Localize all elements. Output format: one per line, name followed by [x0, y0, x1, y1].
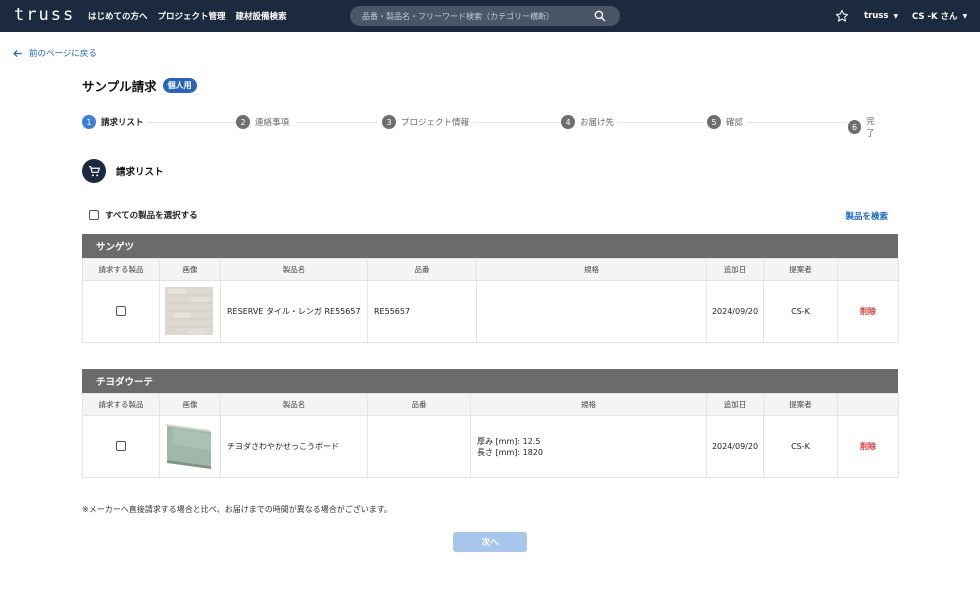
col-product-name: 製品名 [220, 258, 368, 281]
col-request: 請求する製品 [82, 393, 160, 416]
product-name: チヨダさわやかせっこうボード [220, 415, 368, 478]
col-code: 品番 [367, 393, 471, 416]
product-table: 請求する製品 画像 製品名 品番 規格 追加日 提案者 チヨダさわやかせっこうボ… [82, 393, 899, 478]
step-4: 4 お届け先 [561, 115, 619, 129]
col-request: 請求する製品 [82, 258, 160, 281]
main-nav: はじめての方へ プロジェクト管理 建材設備検索 [88, 0, 287, 32]
top-navbar: truss はじめての方へ プロジェクト管理 建材設備検索 truss▼ CS … [0, 0, 980, 32]
maker-group: チヨダウーテ 請求する製品 画像 製品名 品番 規格 追加日 提案者 チヨダさわ… [82, 369, 899, 478]
col-spec: 規格 [476, 258, 707, 281]
col-action [837, 393, 899, 416]
step-3: 3 プロジェクト情報 [382, 115, 474, 129]
table-row: RESERVE タイル・レンガ RE55657 RE55657 2024/09/… [82, 280, 899, 343]
product-thumbnail [165, 421, 213, 470]
search-products-link[interactable]: 製品を検索 [845, 210, 888, 222]
col-date: 追加日 [706, 393, 764, 416]
product-spec: 厚み [mm]: 12.5 長さ [mm]: 1820 [470, 415, 707, 478]
col-image: 画像 [159, 393, 221, 416]
maker-group: サンゲツ 請求する製品 画像 製品名 品番 規格 追加日 提案者 RESERVE… [82, 234, 899, 343]
cart-icon [82, 159, 106, 183]
delivery-note: ※メーカーへ直接請求する場合と比べ、お届けまでの時間が異なる場合がございます。 [82, 505, 392, 514]
caret-down-icon: ▼ [962, 12, 968, 20]
product-thumbnail [165, 286, 213, 335]
delete-button[interactable]: 削除 [860, 307, 876, 316]
col-action [837, 258, 899, 281]
col-proposer: 提案者 [763, 393, 838, 416]
product-name: RESERVE タイル・レンガ RE55657 [220, 280, 368, 343]
product-code [367, 415, 471, 478]
product-table: 請求する製品 画像 製品名 品番 規格 追加日 提案者 RESERVE タイル・… [82, 258, 899, 343]
select-all-row[interactable]: すべての製品を選択する [89, 209, 198, 221]
search-input[interactable] [362, 11, 592, 21]
maker-name: チヨダウーテ [82, 369, 898, 393]
step-connector [618, 122, 703, 123]
step-connector [297, 122, 377, 123]
nav-beginners[interactable]: はじめての方へ [88, 10, 148, 22]
search-icon[interactable] [594, 10, 606, 22]
added-date: 2024/09/20 [706, 415, 764, 478]
proposer: CS-K [763, 280, 838, 343]
product-spec [476, 280, 707, 343]
step-2: 2 連絡事項 [236, 115, 294, 129]
progress-stepper: 1 請求リスト 2 連絡事項 3 プロジェクト情報 4 お届け先 5 確認 6 完了 [82, 115, 886, 139]
step-connector [474, 122, 559, 123]
step-1: 1 請求リスト [82, 115, 148, 129]
row-checkbox[interactable] [116, 440, 126, 451]
select-all-checkbox[interactable] [89, 210, 99, 220]
col-product-name: 製品名 [220, 393, 368, 416]
star-icon[interactable] [835, 9, 849, 23]
col-image: 画像 [159, 258, 221, 281]
global-search [350, 6, 620, 26]
delete-button[interactable]: 削除 [860, 442, 876, 451]
section-title: 請求リスト [116, 167, 164, 178]
table-row: チヨダさわやかせっこうボード 厚み [mm]: 12.5 長さ [mm]: 18… [82, 415, 899, 478]
caret-down-icon: ▼ [893, 12, 899, 20]
logo[interactable]: truss [14, 5, 75, 25]
table-header-row: 請求する製品 画像 製品名 品番 規格 追加日 提案者 [82, 393, 899, 416]
col-date: 追加日 [706, 258, 764, 281]
back-link[interactable]: 前のページに戻る [12, 47, 97, 59]
maker-name: サンゲツ [82, 234, 898, 258]
product-code: RE55657 [367, 280, 477, 343]
step-6: 6 完了 [848, 115, 886, 139]
user-menu[interactable]: CS -K さん ▼ [912, 0, 967, 32]
section-header: 請求リスト [82, 159, 164, 183]
nav-product-search[interactable]: 建材設備検索 [236, 10, 287, 22]
table-header-row: 請求する製品 画像 製品名 品番 規格 追加日 提案者 [82, 258, 899, 281]
added-date: 2024/09/20 [706, 280, 764, 343]
col-spec: 規格 [470, 393, 707, 416]
col-code: 品番 [367, 258, 477, 281]
col-proposer: 提案者 [763, 258, 838, 281]
page-title-row: サンプル請求 個人用 [82, 76, 197, 95]
next-button[interactable]: 次へ [453, 532, 527, 552]
step-connector [142, 122, 242, 123]
truss-menu[interactable]: truss ▼ [864, 0, 898, 32]
nav-projects[interactable]: プロジェクト管理 [158, 10, 226, 22]
arrow-left-icon [13, 49, 22, 57]
proposer: CS-K [763, 415, 838, 478]
step-connector [746, 122, 846, 123]
title-badge: 個人用 [162, 78, 197, 93]
step-5: 5 確認 [707, 115, 748, 129]
page-title: サンプル請求 [82, 79, 157, 94]
row-checkbox[interactable] [116, 305, 126, 316]
